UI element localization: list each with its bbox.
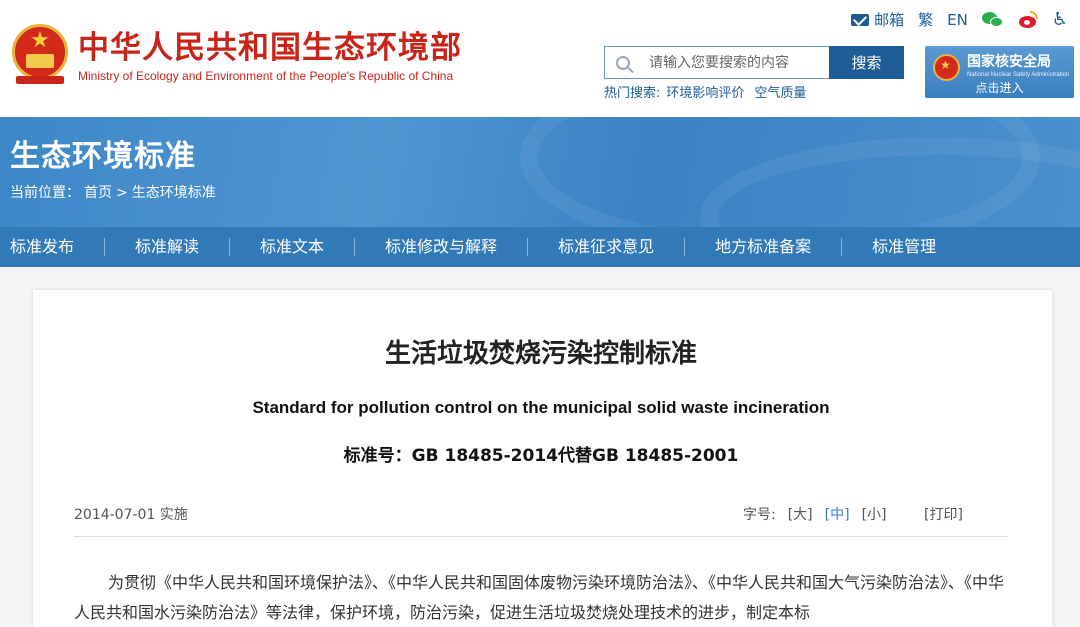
font-size-control: 字号: [大] [中] [小]: [743, 504, 887, 526]
nnsa-name: 国家核安全局: [967, 54, 1051, 70]
page-title: 生态环境标准: [10, 139, 196, 174]
section-banner: 生态环境标准 当前位置： 首页 > 生态环境标准: [0, 117, 1080, 227]
hot-search-item[interactable]: 空气质量: [754, 86, 806, 102]
search-box: 搜索: [604, 46, 904, 79]
font-size-medium-button[interactable]: [中]: [825, 504, 850, 526]
org-name-en[interactable]: Ministry of Ecology and Environment of t…: [78, 69, 453, 83]
search-input[interactable]: [641, 47, 821, 78]
effective-date: 2014-07-01 实施: [74, 507, 188, 523]
standard-number: 标准号：GB 18485-2014代替GB 18485-2001: [343, 446, 739, 466]
nav-item-consultation[interactable]: 标准征求意见: [548, 227, 664, 267]
article-title: 生活垃圾焚烧污染控制标准: [384, 339, 697, 369]
meta-divider: [74, 536, 1008, 537]
article-body: 为贯彻《中华人民共和国环境保护法》、《中华人民共和国固体废物污染环境防治法》、《…: [74, 568, 1008, 627]
article-meta: 2014-07-01 实施 字号: [大] [中] [小] [打印]: [74, 504, 1008, 526]
hot-search: 热门搜索: 环境影响评价 空气质量: [604, 86, 806, 102]
nnsa-enter-label: 点击进入: [975, 81, 1024, 95]
mail-icon: [851, 14, 870, 26]
nav-item-standard-release[interactable]: 标准发布: [0, 227, 84, 267]
nnsa-entry-button[interactable]: 国家核安全局 National Nuclear Safety Administr…: [925, 46, 1074, 98]
search-button[interactable]: 搜索: [829, 46, 904, 79]
article-title-en: Standard for pollution control on the mu…: [252, 398, 830, 417]
hot-search-label: 热门搜索:: [604, 86, 661, 101]
breadcrumb-separator: >: [116, 185, 128, 201]
article-paragraph: 为贯彻《中华人民共和国环境保护法》、《中华人民共和国固体废物污染环境防治法》、《…: [74, 573, 1005, 622]
breadcrumb: 当前位置： 首页 > 生态环境标准: [10, 184, 216, 202]
nnsa-emblem-icon: [933, 54, 960, 81]
nav-divider: [841, 238, 843, 256]
search-icon: [605, 46, 641, 79]
mail-link[interactable]: 邮箱: [851, 9, 904, 31]
main-nav: 标准发布 标准解读 标准文本 标准修改与解释 标准征求意见 地方标准备案 标准管…: [0, 227, 1080, 267]
wechat-icon: [981, 11, 1004, 29]
nav-item-amendments[interactable]: 标准修改与解释: [375, 227, 507, 267]
traditional-chinese-link[interactable]: 繁: [918, 9, 933, 31]
nav-divider: [527, 238, 529, 256]
english-link[interactable]: EN: [947, 9, 968, 31]
nnsa-name-en: National Nuclear Safety Administration: [967, 72, 1070, 78]
nav-item-standard-text[interactable]: 标准文本: [250, 227, 334, 267]
org-name[interactable]: 中华人民共和国生态环境部: [78, 30, 462, 66]
national-emblem-icon[interactable]: ★: [10, 24, 70, 86]
hot-search-item[interactable]: 环境影响评价: [666, 86, 744, 102]
weibo-icon: [1018, 11, 1038, 29]
nav-item-standard-interpretation[interactable]: 标准解读: [125, 227, 209, 267]
nav-item-management[interactable]: 标准管理: [862, 227, 946, 267]
font-size-small-button[interactable]: [小]: [862, 504, 887, 526]
nav-divider: [684, 238, 686, 256]
print-button[interactable]: [打印]: [924, 504, 963, 526]
font-size-label: 字号:: [743, 507, 776, 523]
weibo-link[interactable]: [1018, 11, 1038, 29]
site-header: ★ 中华人民共和国生态环境部 Ministry of Ecology and E…: [0, 0, 1080, 117]
wechat-link[interactable]: [981, 11, 1004, 29]
nav-item-local-filing[interactable]: 地方标准备案: [705, 227, 821, 267]
breadcrumb-current[interactable]: 生态环境标准: [132, 184, 216, 202]
top-links: 邮箱 繁 EN ♿: [837, 9, 1068, 31]
nav-divider: [229, 238, 231, 256]
nav-divider: [354, 238, 356, 256]
accessibility-link[interactable]: ♿: [1052, 9, 1068, 31]
mail-label: 邮箱: [874, 11, 905, 29]
accessibility-icon: ♿: [1051, 9, 1068, 30]
breadcrumb-home[interactable]: 首页: [84, 184, 112, 202]
breadcrumb-prefix: 当前位置：: [10, 185, 80, 201]
font-size-large-button[interactable]: [大]: [788, 504, 813, 526]
search-field: [604, 46, 829, 79]
nav-divider: [104, 238, 106, 256]
